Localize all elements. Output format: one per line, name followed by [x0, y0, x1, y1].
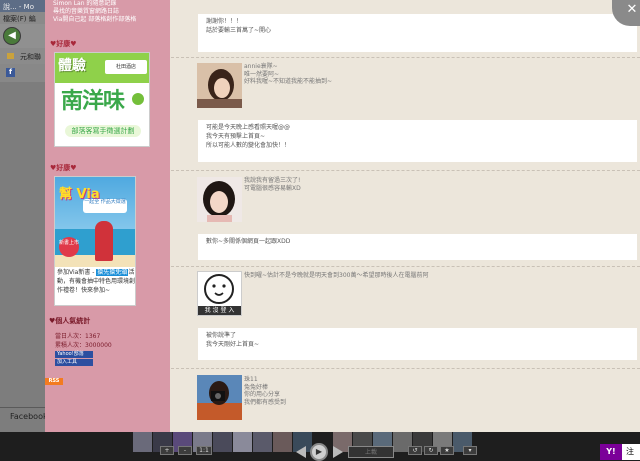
comment-line: 好料我喔~不知道我能不能抽到~	[244, 78, 333, 85]
blog-desc-line: Via開自己起 部落格創作部落格	[53, 16, 137, 23]
yahoo-badge-label: 注	[626, 447, 634, 456]
facebook-link[interactable]: Facebook	[10, 412, 48, 421]
comment-line: 唯一然要阿~	[244, 70, 280, 78]
browser-navbar: ◀	[0, 24, 45, 48]
hotel-logo: 杜田酒店	[105, 60, 147, 74]
ad-heading-1: ♥好康♥	[50, 40, 77, 48]
ad-banner-1[interactable]: 體驗 杜田酒店 南洋味 部落客寫手徵選計劃	[54, 52, 150, 147]
facebook-icon: f	[6, 68, 15, 77]
comment-line: 我們都有感受到	[244, 398, 287, 406]
divider	[0, 407, 45, 408]
comment-line: 快到曜~估計不是今晚就是明天會到300萬～希望那時後人在電腦前阿	[244, 272, 429, 279]
ad-banner-1-main: 南洋味	[61, 89, 125, 114]
browser-tab-1-label: 元和聯	[20, 53, 41, 61]
yahoo-blog-button[interactable]: Yahoo!部落	[55, 351, 93, 358]
add-tool-button[interactable]: 加入工具	[55, 359, 93, 366]
zoom-in-button[interactable]: +	[160, 446, 174, 455]
thumbnail[interactable]	[133, 432, 152, 452]
blog-desc-line: Simon Lan 的隨意記錄	[53, 0, 117, 7]
comment-line: 兔兔好棒	[244, 383, 269, 391]
menu-dropdown-button[interactable]: ▾	[463, 446, 477, 455]
yahoo-badge[interactable]: Y! 注	[600, 444, 640, 460]
comment-divider	[171, 266, 640, 267]
visitor-stats: ♥個人氣統計 當日人次：1367 累積人次：3000000	[49, 317, 112, 350]
stats-heading: ♥個人氣統計	[49, 317, 91, 325]
play-button[interactable]: ▶	[310, 443, 328, 461]
new-book-badge: 新書上市	[59, 237, 79, 257]
rss-icon[interactable]: RSS	[45, 378, 63, 385]
folder-icon	[7, 53, 14, 59]
comment-line: 我說我有留過三次了!	[244, 177, 301, 184]
ad-banner-1-caption: 部落客寫手徵選計劃	[65, 125, 141, 137]
page-input[interactable]	[348, 446, 394, 458]
reply-line: 我今天剛好上首頁~	[206, 341, 260, 348]
comment-text: annie衰隊~ 唯一然要阿~ 好料我喔~不知道我能不能抽到~	[244, 63, 332, 86]
reply-line: 所以可能人數的變化會加快！！	[206, 142, 291, 149]
comment-text: 珠11 兔兔好棒 你的用心分享 我們都有感受到	[244, 376, 286, 406]
commenter-avatar[interactable]	[197, 63, 242, 108]
comment-divider	[171, 368, 640, 369]
back-arrow-icon[interactable]: ◀	[3, 27, 21, 45]
thumbnail[interactable]	[213, 432, 232, 452]
commenter-avatar[interactable]	[197, 375, 242, 420]
comment-text: 快到曜~估計不是今晚就是明天會到300萬～希望那時後人在電腦前阿	[244, 272, 428, 280]
browser-tab-2[interactable]: f	[0, 64, 45, 82]
owner-reply: 謝謝你！！！ 話於要輸三首萬了~開心	[198, 14, 637, 52]
owner-reply: 被你說準了 我今天剛好上首頁~	[198, 328, 637, 360]
actual-size-button[interactable]: 1:1	[196, 446, 212, 455]
reply-line: 我今天有預擊上首頁~	[206, 133, 266, 140]
comment-line: 你的用心分享	[244, 391, 281, 398]
thumbnail[interactable]	[253, 432, 272, 452]
ad-banner-2-text: 參加Via新書 - 搶先搶免頒活動，有機會抽中特色用環境創作禮卷！快來參加~	[55, 267, 135, 305]
prev-arrow-icon[interactable]	[296, 446, 306, 458]
plus-badge-icon	[130, 91, 146, 107]
anonymous-avatar[interactable]: 我 沒 登 入	[197, 271, 242, 316]
stats-total: 累積人次：3000000	[55, 342, 112, 349]
owner-reply: 可能是今天晚上感看照天喔@@ 我今天有預擊上首頁~ 所以可能人數的變化會加快！！	[198, 120, 637, 162]
thumbnail[interactable]	[273, 432, 292, 452]
comment-text: 我說我有留過三次了! 可電腦很感容易輸XD	[244, 177, 301, 192]
reply-line: 話於要輸三首萬了~開心	[206, 27, 272, 34]
ad-text-part: 參加Via新書 -	[57, 269, 97, 276]
comment-author: annie衰隊~	[244, 63, 278, 70]
browser-title: 說... - Mo	[0, 0, 45, 12]
ad-banner-2[interactable]: 幫 Via 一起全 作品大徵選 新書上市 參加Via新書 - 搶先搶免頒活動，有…	[54, 176, 136, 306]
zoom-out-button[interactable]: -	[178, 446, 192, 455]
yahoo-logo-icon: Y!	[600, 444, 622, 460]
star-icon[interactable]: ★	[440, 446, 454, 455]
next-arrow-icon[interactable]	[333, 446, 343, 458]
ad-heading-2: ♥好康♥	[50, 164, 77, 172]
ad-banner-1-title: 體驗	[58, 58, 86, 74]
commenter-avatar[interactable]	[197, 177, 242, 222]
rotate-right-button[interactable]: ↻	[424, 446, 438, 455]
not-logged-in-label: 我 沒 登 入	[198, 306, 241, 315]
owner-reply: 數你~多關係個網頁一起跟XDD	[198, 234, 637, 260]
browser-tab-1[interactable]: 元和聯	[0, 48, 45, 64]
blog-description: Simon Lan 的隨意記錄 尋找的音樂質窗網路日誌 Via開自己起 部落格創…	[53, 0, 163, 24]
reply-line: 被你說準了	[206, 332, 237, 339]
ad-banner-2-figure	[95, 221, 113, 261]
rotate-left-button[interactable]: ↺	[408, 446, 422, 455]
reply-line: 謝謝你！！！	[206, 18, 243, 25]
stats-today: 當日人次：1367	[55, 333, 101, 340]
thumbnail[interactable]	[233, 432, 252, 452]
comment-line: 可電腦很感容易輸XD	[244, 184, 301, 192]
comment-divider	[171, 57, 640, 58]
comment-author: 珠11	[244, 376, 258, 383]
blog-desc-line: 尋找的音樂質窗網路日誌	[53, 8, 120, 15]
ad-banner-2-subtitle: 一起全 作品大徵選	[83, 199, 127, 213]
reply-line: 數你~多關係個網頁一起跟XDD	[206, 238, 291, 245]
comment-divider	[171, 170, 640, 171]
reply-line: 可能是今天晚上感看照天喔@@	[206, 124, 291, 131]
ad-text-highlight: 搶先搶免頒	[96, 269, 129, 276]
browser-menubar[interactable]: 檔案(F) 編	[0, 12, 45, 24]
